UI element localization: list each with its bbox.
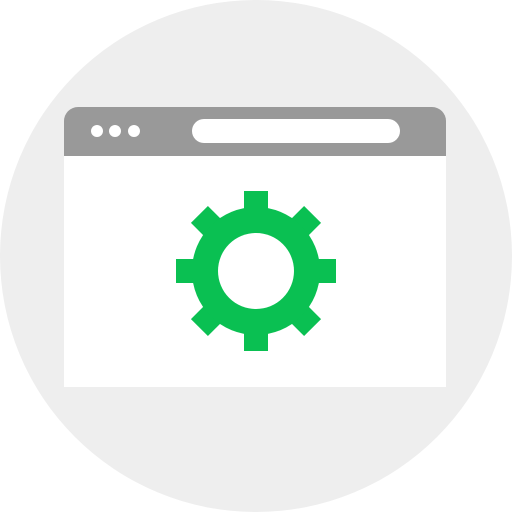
gear-hole xyxy=(218,233,294,309)
gear-icon xyxy=(176,191,336,351)
window-control-dot xyxy=(109,125,121,137)
address-bar xyxy=(192,119,400,143)
window-control-dot xyxy=(91,125,103,137)
window-control-dot xyxy=(128,125,140,137)
illustration-canvas xyxy=(0,0,512,512)
window-title-bar xyxy=(64,107,446,156)
